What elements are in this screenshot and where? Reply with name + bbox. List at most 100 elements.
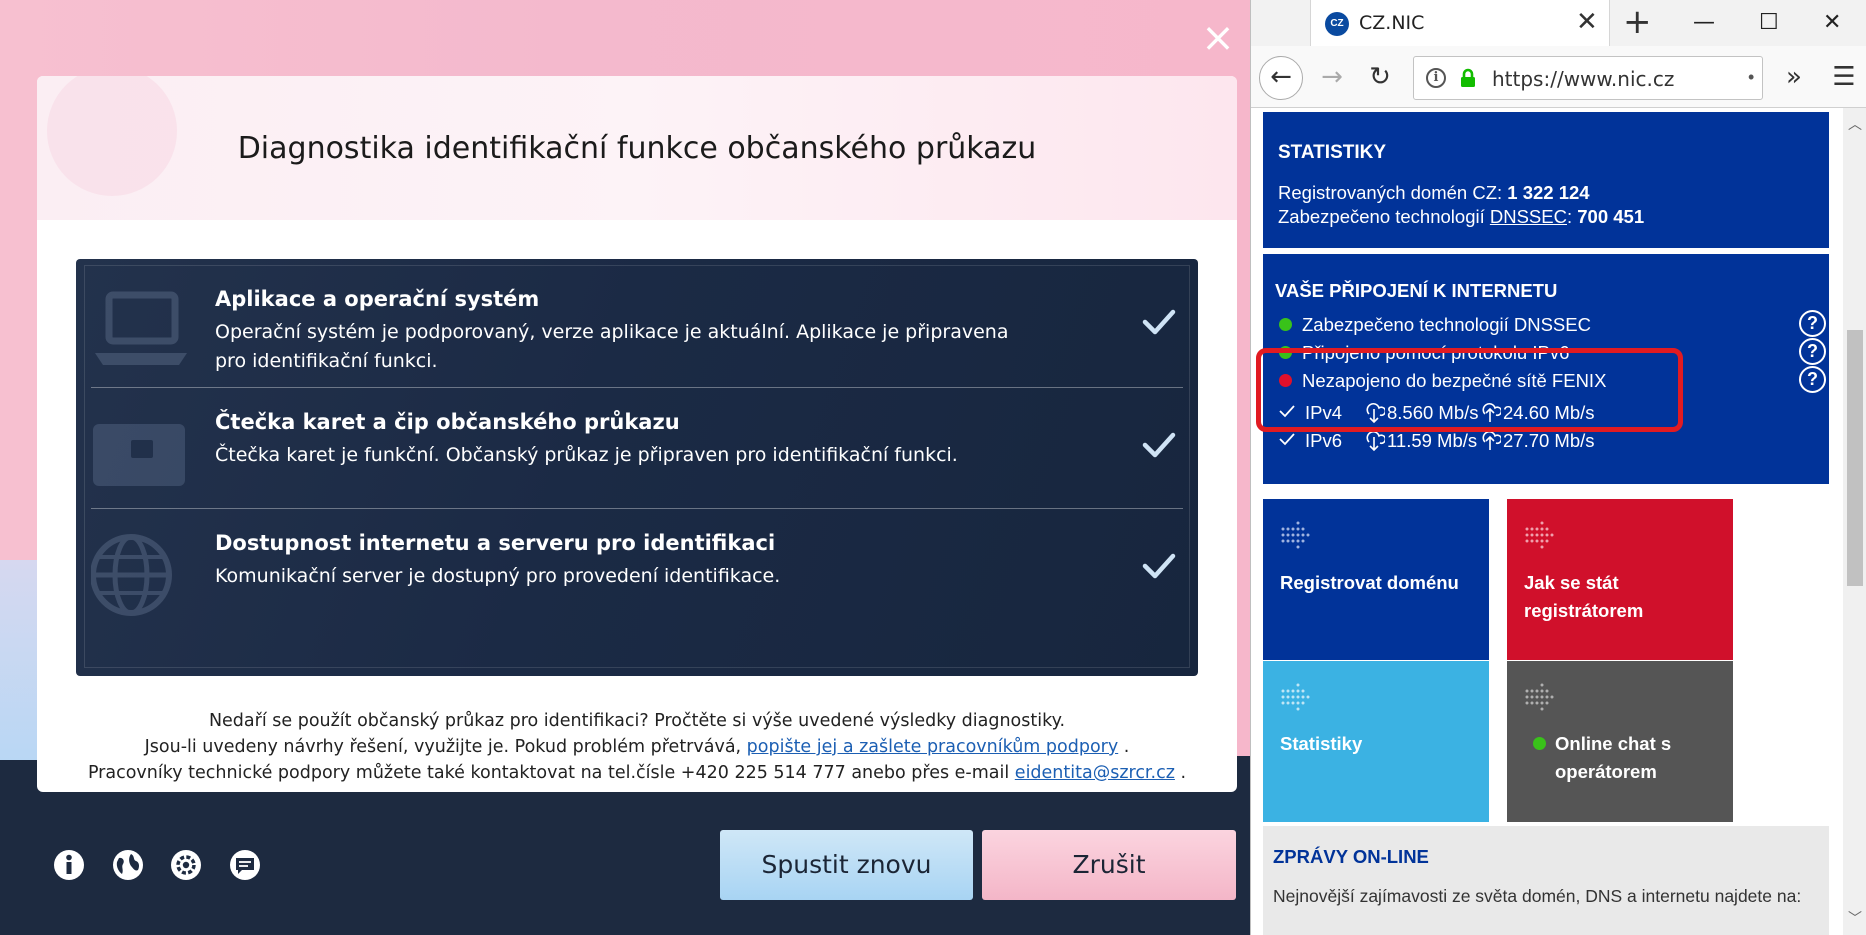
result-title: Dostupnost internetu a serveru pro ident… bbox=[215, 531, 776, 555]
help-line-2: Jsou-li uvedeny návrhy řešení, využijte … bbox=[37, 734, 1237, 760]
page-actions-icon[interactable]: • bbox=[1748, 67, 1754, 88]
info-icon[interactable] bbox=[52, 848, 86, 882]
result-description: Komunikační server je dostupný pro prove… bbox=[215, 565, 781, 587]
dots-grid-icon bbox=[1525, 521, 1554, 549]
site-info-icon[interactable]: i bbox=[1426, 68, 1446, 88]
dnssec-link[interactable]: DNSSEC bbox=[1490, 206, 1567, 227]
help-icon[interactable]: ? bbox=[1799, 338, 1826, 365]
speed-highlight-frame bbox=[1256, 348, 1683, 432]
protocol-label: IPv6 bbox=[1305, 430, 1343, 451]
tile-label: Jak se stát registrátorem bbox=[1524, 572, 1644, 621]
check-icon bbox=[1279, 433, 1295, 446]
stat-separator: : bbox=[1566, 206, 1578, 227]
result-title: Čtečka karet a čip občanského průkazu bbox=[215, 410, 680, 434]
speed-row-ipv6: IPv6 11.59 Mb/s 27.70 Mb/s bbox=[1279, 430, 1679, 456]
scroll-down-arrow-icon[interactable]: ﹀ bbox=[1848, 908, 1862, 928]
tile-label: Statistiky bbox=[1280, 733, 1363, 754]
tab-close-icon[interactable]: ✕ bbox=[1576, 8, 1598, 36]
app-close-button[interactable]: × bbox=[1200, 18, 1236, 58]
globe-icon[interactable] bbox=[111, 848, 145, 882]
tile-become-registrar[interactable]: Jak se stát registrátorem bbox=[1507, 499, 1733, 660]
back-button[interactable]: ← bbox=[1259, 56, 1303, 100]
window-close-button[interactable]: ✕ bbox=[1823, 8, 1841, 38]
status-ok-dot bbox=[1279, 318, 1292, 331]
globe-icon bbox=[91, 534, 172, 616]
dots-grid-icon bbox=[1281, 521, 1310, 549]
tile-label: Registrovat doménu bbox=[1280, 572, 1459, 593]
help-text-part: . bbox=[1174, 763, 1187, 783]
registered-domains-line: Registrovaných domén CZ: 1 322 124 bbox=[1278, 182, 1590, 204]
connection-label: Zabezpečeno technologií DNSSEC bbox=[1302, 314, 1591, 335]
rerun-button[interactable]: Spustit znovu bbox=[720, 830, 973, 900]
dnssec-line: Zabezpečeno technologií DNSSEC: 700 451 bbox=[1278, 206, 1644, 228]
download-speed: 11.59 Mb/s bbox=[1387, 430, 1478, 451]
reload-button[interactable]: ↻ bbox=[1361, 59, 1399, 97]
minimize-button[interactable]: — bbox=[1693, 8, 1715, 38]
help-text: Nedaří se použít občanský průkaz pro ide… bbox=[37, 708, 1237, 786]
stat-label: Registrovaných domén CZ: bbox=[1278, 182, 1508, 203]
report-problem-link[interactable]: popište jej a zašlete pracovníkům podpor… bbox=[747, 737, 1119, 757]
new-tab-button[interactable]: + bbox=[1623, 4, 1652, 40]
diagnostic-results-panel: Aplikace a operační systém Operační syst… bbox=[76, 259, 1198, 676]
lock-icon bbox=[1461, 68, 1475, 87]
stat-label: Zabezpečeno technologií bbox=[1278, 206, 1490, 227]
check-icon bbox=[1142, 309, 1176, 335]
tile-label: Online chat s operátorem bbox=[1555, 733, 1672, 782]
tab-cznic[interactable]: CZ CZ.NIC ✕ bbox=[1310, 0, 1610, 46]
result-description: Operační systém je podporovaný, verze ap… bbox=[215, 321, 1009, 372]
upload-speed: 27.70 Mb/s bbox=[1503, 430, 1595, 451]
help-line-1: Nedaří se použít občanský průkaz pro ide… bbox=[208, 711, 1066, 731]
check-icon bbox=[1142, 553, 1176, 579]
dots-grid-icon bbox=[1525, 683, 1554, 711]
tile-statistics[interactable]: Statistiky bbox=[1263, 661, 1489, 822]
tab-bar: CZ CZ.NIC ✕ + — ☐ ✕ bbox=[1251, 0, 1866, 46]
statistics-heading: STATISTIKY bbox=[1278, 142, 1387, 163]
diagnostic-app-window: × Diagnostika identifikační funkce občan… bbox=[0, 0, 1250, 935]
page-scrollbar[interactable]: ︿ ﹀ bbox=[1843, 108, 1866, 935]
diagnostic-dialog: Diagnostika identifikační funkce občansk… bbox=[37, 76, 1237, 792]
support-email-link[interactable]: eidentita@szrcr.cz bbox=[1015, 763, 1175, 783]
id-card-icon bbox=[93, 424, 185, 486]
help-icon[interactable]: ? bbox=[1799, 310, 1826, 337]
result-row-card-reader: Čtečka karet a čip občanského průkazu Čt… bbox=[91, 387, 1183, 508]
help-text-part: . bbox=[1118, 737, 1130, 757]
laptop-icon bbox=[95, 291, 187, 365]
scroll-up-arrow-icon[interactable]: ︿ bbox=[1848, 114, 1862, 134]
address-bar[interactable]: i https://www.nic.cz • bbox=[1413, 56, 1763, 100]
navigation-bar: ← → ↻ i https://www.nic.cz • » ☰ bbox=[1251, 46, 1866, 108]
forward-button[interactable]: → bbox=[1313, 59, 1351, 97]
dialog-header: Diagnostika identifikační funkce občansk… bbox=[37, 76, 1237, 220]
help-icon[interactable]: ? bbox=[1799, 366, 1826, 393]
hamburger-menu-button[interactable]: ☰ bbox=[1825, 59, 1863, 97]
news-heading: ZPRÁVY ON-LINE bbox=[1273, 846, 1429, 867]
stat-value: 1 322 124 bbox=[1507, 182, 1590, 203]
cznic-favicon-icon: CZ bbox=[1325, 12, 1349, 36]
maximize-button[interactable]: ☐ bbox=[1759, 8, 1779, 38]
news-section: ZPRÁVY ON-LINE Nejnovější zajímavosti ze… bbox=[1263, 826, 1829, 935]
help-line-3: Pracovníky technické podpory můžete také… bbox=[37, 760, 1237, 786]
tile-online-chat[interactable]: Online chat s operátorem bbox=[1507, 661, 1733, 822]
statistics-box: STATISTIKY Registrovaných domén CZ: 1 32… bbox=[1263, 112, 1829, 248]
online-status-dot bbox=[1533, 737, 1546, 750]
result-description: Čtečka karet je funkční. Občanský průkaz… bbox=[215, 444, 958, 466]
result-row-application: Aplikace a operační systém Operační syst… bbox=[91, 265, 1183, 386]
url-text: https://www.nic.cz bbox=[1492, 67, 1675, 91]
dialog-title: Diagnostika identifikační funkce občansk… bbox=[237, 131, 1037, 166]
settings-icon[interactable] bbox=[169, 848, 203, 882]
tile-register-domain[interactable]: Registrovat doménu bbox=[1263, 499, 1489, 660]
check-icon bbox=[1142, 432, 1176, 458]
scrollbar-thumb[interactable] bbox=[1847, 330, 1863, 586]
result-row-internet: Dostupnost internetu a serveru pro ident… bbox=[91, 508, 1183, 629]
news-text: Nejnovější zajímavosti ze světa domén, D… bbox=[1273, 886, 1802, 906]
overflow-menu-button[interactable]: » bbox=[1775, 59, 1813, 97]
browser-window: CZ CZ.NIC ✕ + — ☐ ✕ ← → ↻ i https://www.… bbox=[1250, 0, 1866, 935]
help-text-part: Pracovníky technické podpory můžete také… bbox=[87, 763, 1015, 783]
help-text-part: Jsou-li uvedeny návrhy řešení, využijte … bbox=[144, 737, 747, 757]
chat-icon[interactable] bbox=[228, 848, 262, 882]
connection-item-dnssec: Zabezpečeno technologií DNSSEC ? bbox=[1279, 310, 1839, 337]
cancel-button[interactable]: Zrušit bbox=[982, 830, 1236, 900]
web-page: STATISTIKY Registrovaných domén CZ: 1 32… bbox=[1251, 108, 1843, 935]
connection-heading: VAŠE PŘIPOJENÍ K INTERNETU bbox=[1275, 280, 1558, 301]
stat-value: 700 451 bbox=[1577, 206, 1645, 227]
dots-grid-icon bbox=[1281, 683, 1310, 711]
